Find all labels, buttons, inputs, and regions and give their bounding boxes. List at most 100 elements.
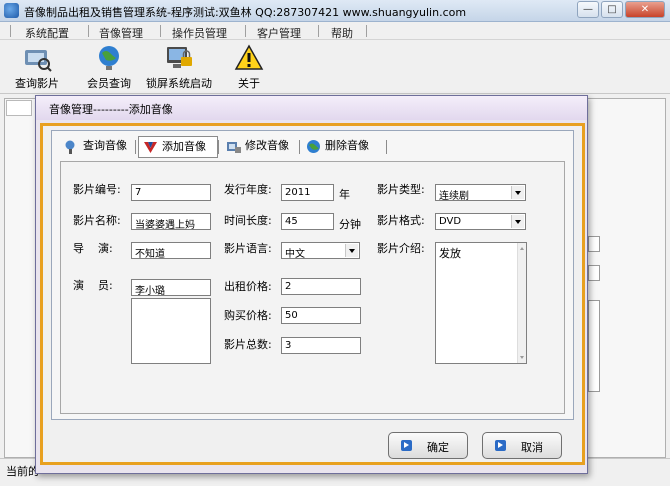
tab-separator xyxy=(299,140,300,154)
chevron-down-icon[interactable] xyxy=(511,215,524,228)
film-type-select[interactable]: 连续剧 xyxy=(435,184,526,202)
director-input[interactable]: 不知道 xyxy=(131,242,211,259)
menu-separator xyxy=(88,25,89,37)
menu-help[interactable]: 帮助 xyxy=(331,25,353,41)
menu-media-manage[interactable]: 音像管理 xyxy=(99,25,143,41)
member-query-button[interactable]: 会员查询 xyxy=(84,44,134,91)
actor-label: 演 员: xyxy=(73,279,113,292)
background-field xyxy=(588,265,600,281)
menu-separator xyxy=(318,25,319,37)
main-title-bar: 音像制品出租及销售管理系统-程序测试:双鱼林 QQ:287307421 www.… xyxy=(0,0,670,22)
intro-scrollbar[interactable] xyxy=(517,243,526,363)
menu-separator xyxy=(10,25,11,37)
tab-delete-media[interactable]: 删除音像 xyxy=(302,136,382,158)
tab-query-media-label: 查询音像 xyxy=(83,139,127,152)
minimize-button[interactable]: — xyxy=(577,1,599,18)
warning-icon xyxy=(234,44,264,72)
intro-label: 影片介绍: xyxy=(377,242,425,255)
year-unit-label: 年 xyxy=(339,188,350,201)
rent-price-input[interactable]: 2 xyxy=(281,278,361,295)
cancel-button-label: 取消 xyxy=(521,441,543,454)
menu-customer-manage[interactable]: 客户管理 xyxy=(257,25,301,41)
film-type-value: 连续剧 xyxy=(439,191,469,202)
rent-price-label: 出租价格: xyxy=(224,280,272,293)
window-title: 音像制品出租及销售管理系统-程序测试:双鱼林 QQ:287307421 www.… xyxy=(24,6,467,19)
length-unit-label: 分钟 xyxy=(339,218,361,231)
chevron-down-icon[interactable] xyxy=(511,186,524,199)
add-media-form: 影片编号: 7 影片名称: 当婆婆遇上妈 导 演: 不知道 演 员: 李小璐 发… xyxy=(60,161,565,414)
language-value: 中文 xyxy=(285,249,305,260)
director-label: 导 演: xyxy=(73,242,113,255)
about-label: 关于 xyxy=(238,77,260,90)
dialog-title-bar[interactable]: 音像管理---------添加音像 xyxy=(36,96,587,120)
menu-system-config[interactable]: 系统配置 xyxy=(25,25,69,41)
lock-screen-icon xyxy=(164,44,194,72)
tab-separator xyxy=(386,140,387,154)
add-media-dialog: 音像管理---------添加音像 查询音像 添加音像 修改音像 删除音像 影片… xyxy=(35,95,588,474)
background-field xyxy=(588,236,600,252)
query-film-label: 查询影片 xyxy=(15,77,59,90)
tab-edit-media-label: 修改音像 xyxy=(245,139,289,152)
confirm-icon xyxy=(401,440,412,451)
length-label: 时间长度: xyxy=(224,214,272,227)
menu-bar: 系统配置 音像管理 操作员管理 客户管理 帮助 xyxy=(0,22,670,40)
query-icon xyxy=(64,139,79,154)
tab-query-media[interactable]: 查询音像 xyxy=(60,136,132,158)
film-name-input[interactable]: 当婆婆遇上妈 xyxy=(131,213,211,230)
lock-screen-label: 锁屏系统启动 xyxy=(146,77,212,90)
background-field xyxy=(588,300,600,392)
tab-add-media-label: 添加音像 xyxy=(162,140,206,153)
toolbar: 查询影片 会员查询 锁屏系统启动 关于 xyxy=(0,40,670,94)
language-select[interactable]: 中文 xyxy=(281,242,360,260)
dialog-title: 音像管理---------添加音像 xyxy=(49,103,173,116)
buy-price-label: 购买价格: xyxy=(224,309,272,322)
tab-edit-media[interactable]: 修改音像 xyxy=(222,136,298,158)
film-format-label: 影片格式: xyxy=(377,214,425,227)
intro-textarea[interactable]: 发放 xyxy=(435,242,527,364)
film-type-label: 影片类型: xyxy=(377,183,425,196)
about-button[interactable]: 关于 xyxy=(232,44,266,91)
menu-separator xyxy=(245,25,246,37)
release-year-label: 发行年度: xyxy=(224,183,272,196)
release-year-input[interactable]: 2011 xyxy=(281,184,334,201)
total-count-label: 影片总数: xyxy=(224,338,272,351)
lock-screen-button[interactable]: 锁屏系统启动 xyxy=(144,44,214,91)
cancel-button[interactable]: 取消 xyxy=(482,432,562,459)
total-count-input[interactable]: 3 xyxy=(281,337,361,354)
delete-icon xyxy=(306,139,321,154)
menu-operator-manage[interactable]: 操作员管理 xyxy=(172,25,227,41)
intro-text: 发放 xyxy=(439,247,461,260)
maximize-button[interactable]: □ xyxy=(601,1,623,18)
tab-separator xyxy=(218,140,219,154)
query-film-icon xyxy=(22,44,52,72)
film-format-select[interactable]: DVD xyxy=(435,213,526,230)
tab-separator xyxy=(135,140,136,154)
film-no-input[interactable]: 7 xyxy=(131,184,211,201)
cancel-icon xyxy=(495,440,506,451)
film-no-label: 影片编号: xyxy=(73,183,121,196)
add-icon xyxy=(143,140,158,155)
tab-delete-media-label: 删除音像 xyxy=(325,139,369,152)
buy-price-input[interactable]: 50 xyxy=(281,307,361,324)
query-film-button[interactable]: 查询影片 xyxy=(12,44,62,91)
language-label: 影片语言: xyxy=(224,242,272,255)
edit-icon xyxy=(226,139,241,154)
chevron-down-icon[interactable] xyxy=(345,244,358,257)
menu-separator xyxy=(160,25,161,37)
background-tab[interactable] xyxy=(6,100,32,116)
film-name-label: 影片名称: xyxy=(73,214,121,227)
member-query-label: 会员查询 xyxy=(87,77,131,90)
globe-icon xyxy=(94,44,124,72)
menu-separator xyxy=(366,25,367,37)
ok-button[interactable]: 确定 xyxy=(388,432,468,459)
app-icon xyxy=(4,3,19,18)
length-input[interactable]: 45 xyxy=(281,213,334,230)
dialog-frame: 查询音像 添加音像 修改音像 删除音像 影片编号: 7 影片名称: 当婆婆遇上妈… xyxy=(40,123,585,465)
actor-input[interactable]: 李小璐 xyxy=(131,279,211,296)
ok-button-label: 确定 xyxy=(427,441,449,454)
film-format-value: DVD xyxy=(439,216,462,227)
close-button[interactable]: ✕ xyxy=(625,1,665,18)
actor-list[interactable] xyxy=(131,298,211,364)
tab-add-media[interactable]: 添加音像 xyxy=(138,136,218,158)
dialog-inner-panel: 查询音像 添加音像 修改音像 删除音像 影片编号: 7 影片名称: 当婆婆遇上妈… xyxy=(51,130,574,420)
